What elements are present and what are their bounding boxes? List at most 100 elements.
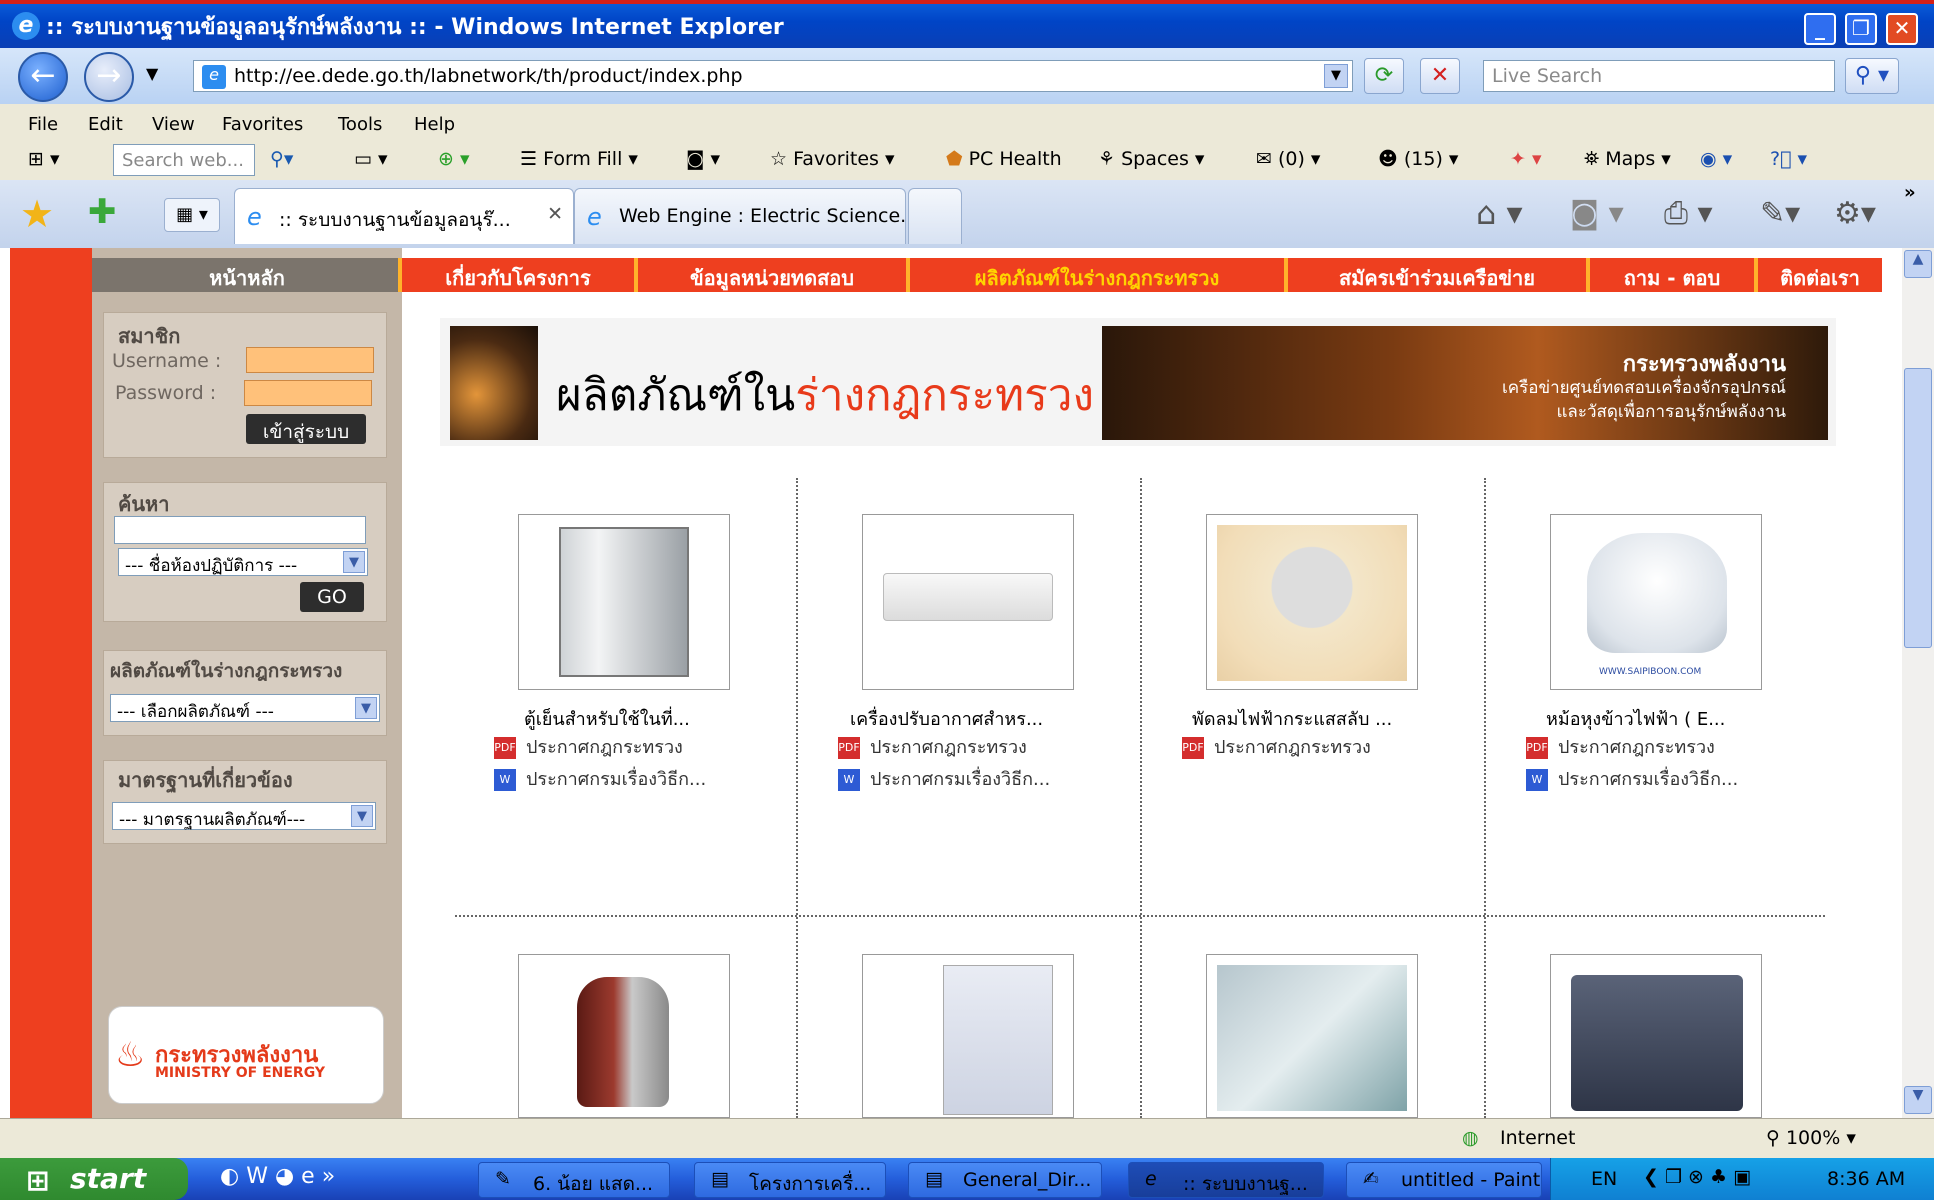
print-icon[interactable]: ⎙ ▾ bbox=[1664, 196, 1713, 231]
history-dropdown-icon[interactable]: ▼ bbox=[146, 64, 158, 83]
word-icon[interactable]: W bbox=[246, 1164, 268, 1189]
search-web-input[interactable]: Search web... bbox=[113, 144, 255, 176]
product-image-kettle[interactable] bbox=[518, 954, 730, 1118]
task-button[interactable]: ▤ โครงการเครื่... bbox=[694, 1162, 886, 1198]
messenger-icon[interactable]: ✦ ▾ bbox=[1510, 148, 1542, 170]
menu-help[interactable]: Help bbox=[414, 114, 455, 135]
search-go-icon[interactable]: ⚲ ▾ bbox=[1845, 58, 1899, 94]
desktop-icon[interactable]: ◐ bbox=[220, 1164, 239, 1189]
page-menu-icon[interactable]: ✎▾ bbox=[1760, 196, 1800, 231]
product-image-rice-cooker[interactable]: WWW.SAIPIBOON.COM bbox=[1550, 514, 1762, 690]
language-indicator[interactable]: EN bbox=[1591, 1168, 1617, 1190]
nav-about[interactable]: เกี่ยวกับโครงการ bbox=[398, 258, 634, 292]
quick-tabs-icon[interactable]: ▦ ▾ bbox=[164, 198, 220, 232]
task-button[interactable]: ✍ untitled - Paint bbox=[1346, 1162, 1542, 1198]
procedure-link[interactable]: W ประกาศกรมเรื่องวิธีก... bbox=[494, 764, 706, 793]
address-dropdown-icon[interactable]: ▼ bbox=[1324, 64, 1348, 88]
menu-favorites[interactable]: Favorites bbox=[222, 114, 303, 135]
vertical-scrollbar[interactable]: ▲ ▼ bbox=[1902, 248, 1934, 1118]
refresh-button[interactable]: ⟳ bbox=[1364, 58, 1404, 94]
maps-button[interactable]: ⛯ Maps ▾ bbox=[1584, 148, 1671, 170]
go-button[interactable]: GO bbox=[300, 582, 364, 612]
procedure-link[interactable]: W ประกาศกรมเรื่องวิธีก... bbox=[1526, 764, 1738, 793]
username-field[interactable] bbox=[246, 347, 374, 373]
task-button-active[interactable]: e:: ระบบงานฐ... bbox=[1128, 1162, 1324, 1198]
tools-gear-icon[interactable]: ⚙▾ bbox=[1834, 196, 1876, 231]
favorites-star-icon[interactable]: ★ bbox=[20, 192, 54, 236]
close-button[interactable]: ✕ bbox=[1886, 13, 1918, 45]
help-icon[interactable]: ?⃝ ▾ bbox=[1770, 148, 1807, 170]
tray-icons[interactable]: ❮ ❐ ⊗ ♣ ▣ bbox=[1643, 1166, 1751, 1188]
scroll-down-icon[interactable]: ▼ bbox=[1904, 1086, 1932, 1114]
add-icon[interactable]: ⊕ ▾ bbox=[438, 148, 470, 170]
chevron-more-icon[interactable]: » bbox=[1904, 182, 1916, 203]
feeds-icon[interactable]: ◙ ▾ bbox=[1570, 196, 1624, 231]
contacts-button[interactable]: ☻ (15) ▾ bbox=[1378, 148, 1458, 170]
product-name[interactable]: หม้อหุงข้าวไฟฟ้า ( E... bbox=[1546, 704, 1725, 733]
product-name[interactable]: เครื่องปรับอากาศสำหร... bbox=[850, 704, 1043, 733]
start-button[interactable]: ⊞ start bbox=[0, 1158, 188, 1200]
product-name[interactable]: ตู้เย็นสำหรับใช้ในที่... bbox=[524, 704, 690, 733]
menu-tools[interactable]: Tools bbox=[338, 114, 382, 135]
favorites-toolbar-button[interactable]: ☆ Favorites ▾ bbox=[770, 148, 894, 170]
standard-select[interactable]: --- มาตรฐานผลิตภัณฑ์--- ▼ bbox=[112, 802, 376, 830]
firefox-icon[interactable]: ◕ bbox=[275, 1164, 294, 1189]
forward-button[interactable]: → bbox=[84, 52, 134, 102]
pc-health-button[interactable]: ⬟ PC Health bbox=[946, 148, 1062, 170]
minimize-button[interactable]: _ bbox=[1804, 13, 1836, 45]
search-web-go-icon[interactable]: ⚲▾ bbox=[270, 148, 293, 170]
nav-contact[interactable]: ติดต่อเรา bbox=[1754, 258, 1882, 292]
stop-button[interactable]: ✕ bbox=[1420, 58, 1460, 94]
nav-lab-info[interactable]: ข้อมูลหน่วยทดสอบ bbox=[634, 258, 906, 292]
search-input[interactable] bbox=[114, 516, 366, 544]
rss-icon[interactable]: ◙ ▾ bbox=[686, 148, 720, 170]
toolbar-options-icon[interactable]: ▭ ▾ bbox=[354, 148, 388, 170]
password-field[interactable] bbox=[244, 380, 372, 406]
regulation-link[interactable]: PDF ประกาศกฎกระทรวง bbox=[1526, 732, 1715, 761]
ie-icon[interactable]: e bbox=[301, 1164, 315, 1189]
product-select[interactable]: --- เลือกผลิตภัณฑ์ --- ▼ bbox=[110, 694, 380, 722]
scroll-up-icon[interactable]: ▲ bbox=[1904, 250, 1932, 278]
mail-button[interactable]: ✉ (0) ▾ bbox=[1256, 148, 1320, 170]
product-image-fan[interactable] bbox=[1206, 514, 1418, 690]
new-tab-button[interactable] bbox=[908, 188, 962, 244]
lab-select[interactable]: --- ชื่อห้องปฏิบัติการ --- ▼ bbox=[118, 548, 368, 576]
home-icon[interactable]: ⌂ ▾ bbox=[1476, 194, 1523, 232]
product-image-glass[interactable] bbox=[1206, 954, 1418, 1118]
nav-faq[interactable]: ถาม - ตอบ bbox=[1586, 258, 1754, 292]
menu-edit[interactable]: Edit bbox=[88, 114, 123, 135]
windows-flag-icon[interactable]: ⊞ ▾ bbox=[28, 148, 60, 170]
nav-home[interactable]: หน้าหลัก bbox=[92, 258, 402, 292]
task-button[interactable]: ✎ 6. น้อย แสด... bbox=[478, 1162, 670, 1198]
product-image-air-conditioner[interactable] bbox=[862, 514, 1074, 690]
spaces-button[interactable]: ⚘ Spaces ▾ bbox=[1098, 148, 1204, 170]
product-name[interactable]: พัดลมไฟฟ้ากระแสสลับ ... bbox=[1192, 704, 1392, 733]
product-image-water-heater[interactable] bbox=[862, 954, 1074, 1118]
back-button[interactable]: ← bbox=[18, 52, 68, 102]
more-icon[interactable]: » bbox=[322, 1164, 335, 1189]
menu-file[interactable]: File bbox=[28, 114, 58, 135]
zoom-control[interactable]: ⚲ 100% ▾ bbox=[1766, 1127, 1856, 1149]
nav-products[interactable]: ผลิตภัณฑ์ในร่างกฎกระทรวง bbox=[906, 258, 1284, 292]
menu-view[interactable]: View bbox=[152, 114, 195, 135]
tool-icon[interactable]: ◉ ▾ bbox=[1700, 148, 1732, 170]
tab-active[interactable]: e :: ระบบงานฐานข้อมูลอนุร๊... ✕ bbox=[234, 188, 574, 244]
task-button[interactable]: ▤ General_Dir... bbox=[908, 1162, 1102, 1198]
tab-close-icon[interactable]: ✕ bbox=[547, 203, 563, 225]
regulation-link[interactable]: PDF ประกาศกฎกระทรวง bbox=[1182, 732, 1371, 761]
maximize-button[interactable]: ❐ bbox=[1845, 13, 1877, 45]
product-image-refrigerator[interactable] bbox=[518, 514, 730, 690]
procedure-link[interactable]: W ประกาศกรมเรื่องวิธีก... bbox=[838, 764, 1050, 793]
tab-web-engine[interactable]: e Web Engine : Electric Science... bbox=[574, 188, 918, 244]
login-button[interactable]: เข้าสู่ระบบ bbox=[246, 414, 366, 444]
scroll-thumb[interactable] bbox=[1904, 368, 1932, 648]
live-search-input[interactable]: Live Search bbox=[1483, 60, 1835, 92]
form-fill-button[interactable]: ☰ Form Fill ▾ bbox=[520, 148, 638, 170]
ministry-logo[interactable]: ♨ กระทรวงพลังงาน MINISTRY OF ENERGY bbox=[108, 1006, 384, 1104]
add-favorites-icon[interactable]: ✚ bbox=[88, 192, 117, 232]
regulation-link[interactable]: PDF ประกาศกฎกระทรวง bbox=[838, 732, 1027, 761]
nav-register[interactable]: สมัครเข้าร่วมเครือข่าย bbox=[1284, 258, 1586, 292]
address-bar[interactable]: e http://ee.dede.go.th/labnetwork/th/pro… bbox=[193, 60, 1353, 92]
regulation-link[interactable]: PDF ประกาศกฎกระทรวง bbox=[494, 732, 683, 761]
product-image-chiller[interactable] bbox=[1550, 954, 1762, 1118]
